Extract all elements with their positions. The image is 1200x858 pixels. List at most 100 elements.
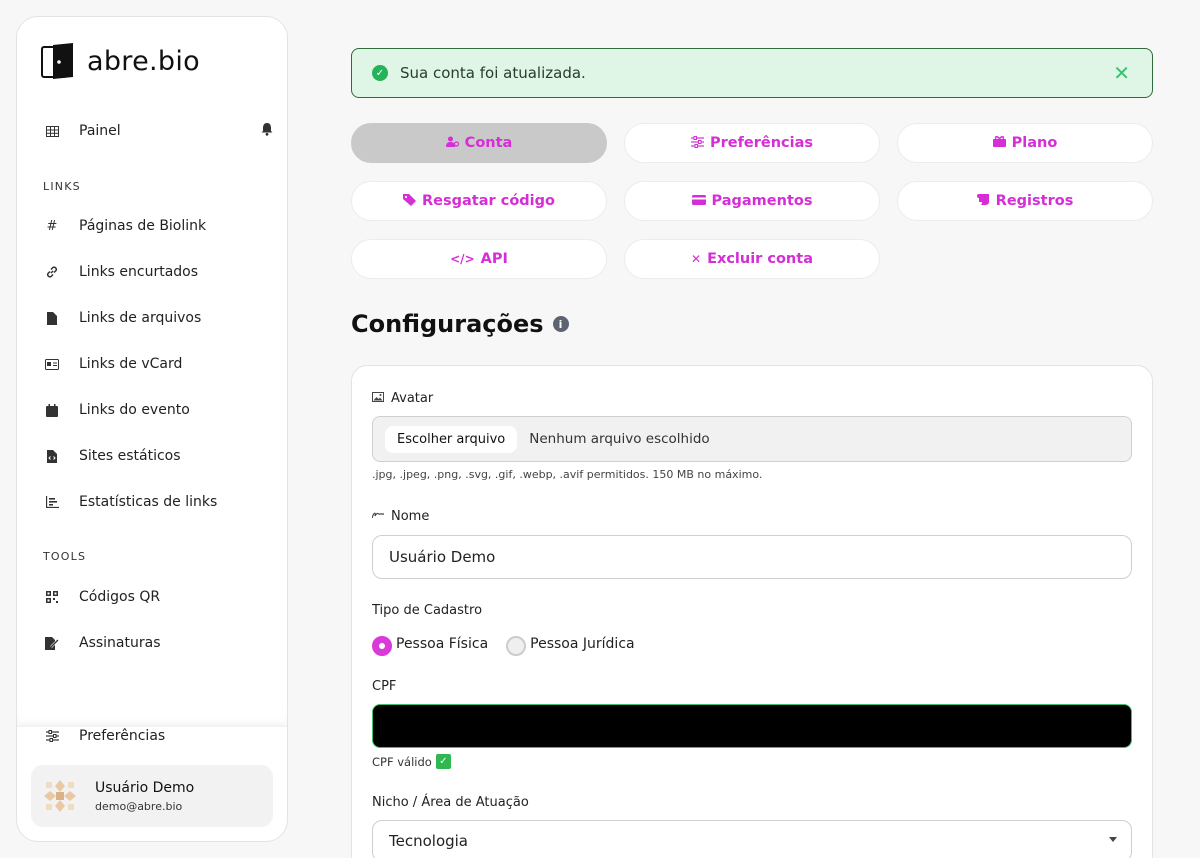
sidebar-item-label: Links do evento <box>79 402 190 418</box>
tab-label: API <box>480 251 508 267</box>
sidebar-item-qr-codes[interactable]: Códigos QR <box>43 582 273 612</box>
sidebar-item-label: Links encurtados <box>79 264 199 280</box>
tab-label: Resgatar código <box>422 193 555 209</box>
sidebar-item-link-stats[interactable]: Estatísticas de links <box>43 487 273 517</box>
alert-message: Sua conta foi atualizada. <box>400 64 586 82</box>
tab-label: Conta <box>464 135 513 151</box>
page-title-text: Configurações <box>351 310 544 338</box>
sidebar-item-label: Preferências <box>79 728 166 744</box>
tab-label: Preferências <box>709 135 814 151</box>
name-input[interactable]: Usuário Demo <box>372 535 1132 579</box>
cpf-validation: CPF válido ✓ <box>372 754 451 769</box>
user-email: demo@abre.bio <box>95 799 183 813</box>
settings-form-card: Avatar Escolher arquivo Nenhum arquivo e… <box>351 365 1153 858</box>
qrcode-icon <box>43 588 61 606</box>
sidebar-item-label: Estatísticas de links <box>79 494 218 510</box>
sidebar-item-label: Sites estáticos <box>79 448 181 464</box>
user-card[interactable]: Usuário Demo demo@abre.bio <box>31 765 273 827</box>
sidebar-item-dashboard[interactable]: Painel <box>43 116 273 146</box>
sidebar-item-label: Painel <box>79 123 121 139</box>
avatar-file-input[interactable]: Escolher arquivo Nenhum arquivo escolhid… <box>372 416 1132 462</box>
page-title: Configurações i <box>351 310 569 338</box>
notifications-bell-icon[interactable] <box>261 122 273 140</box>
close-icon[interactable]: ✕ <box>1113 61 1130 85</box>
tab-label: Excluir conta <box>707 251 813 267</box>
sidebar-item-label: Links de vCard <box>79 356 183 372</box>
chevron-down-icon <box>1109 837 1117 842</box>
tab-api[interactable]: </> API <box>351 239 607 279</box>
tab-plan[interactable]: Plano <box>897 123 1153 163</box>
niche-selected-value: Tecnologia <box>389 832 468 850</box>
name-label: Nome <box>371 509 430 524</box>
tab-label: Pagamentos <box>711 193 813 209</box>
sliders-icon <box>690 135 704 151</box>
cpf-label: CPF <box>372 679 397 694</box>
links-section-label: LINKS <box>43 180 81 193</box>
tab-label: Plano <box>1011 135 1058 151</box>
tab-logs[interactable]: Registros <box>897 181 1153 221</box>
sidebar-item-label: Códigos QR <box>79 589 161 605</box>
sidebar-item-static-sites[interactable]: Sites estáticos <box>43 441 273 471</box>
code-icon: </> <box>450 252 475 266</box>
sidebar-item-short-links[interactable]: Links encurtados <box>43 257 273 287</box>
credit-card-icon <box>691 194 706 208</box>
choose-file-button[interactable]: Escolher arquivo <box>385 425 518 453</box>
id-card-icon <box>43 355 61 373</box>
app-logo[interactable]: abre.bio <box>39 41 200 81</box>
cpf-input[interactable] <box>372 704 1132 748</box>
sidebar: abre.bio Painel LINKS # Páginas de Bioli… <box>16 16 288 842</box>
avatar-label: Avatar <box>372 391 433 406</box>
file-status: Nenhum arquivo escolhido <box>529 431 710 447</box>
tab-label: Registros <box>995 193 1074 209</box>
sidebar-item-label: Assinaturas <box>79 635 161 651</box>
logo-door-icon <box>41 43 73 79</box>
box-icon <box>992 136 1006 150</box>
logo-text: abre.bio <box>87 45 200 77</box>
radio-label-pessoa-juridica: Pessoa Jurídica <box>530 636 635 652</box>
sidebar-item-file-links[interactable]: Links de arquivos <box>43 303 273 333</box>
tab-payments[interactable]: Pagamentos <box>624 181 880 221</box>
cpf-valid-text: CPF válido <box>372 754 432 769</box>
radio-pessoa-fisica[interactable] <box>372 636 392 656</box>
sliders-icon <box>43 727 61 745</box>
scroll-icon <box>976 194 990 208</box>
file-hint: .jpg, .jpeg, .png, .svg, .gif, .webp, .a… <box>372 468 763 481</box>
tab-preferences[interactable]: Preferências <box>624 123 880 163</box>
avatar-label-text: Avatar <box>391 391 434 406</box>
tab-redeem-code[interactable]: Resgatar código <box>351 181 607 221</box>
sidebar-item-signatures[interactable]: Assinaturas <box>43 628 273 658</box>
user-name: Usuário Demo <box>95 779 195 796</box>
tags-icon <box>403 193 417 209</box>
tab-account[interactable]: Conta <box>351 123 607 163</box>
radio-pessoa-juridica[interactable] <box>506 636 527 656</box>
niche-select[interactable]: Tecnologia <box>372 820 1132 858</box>
name-label-text: Nome <box>391 509 430 524</box>
tools-section-label: TOOLS <box>43 550 87 563</box>
radio-label-pessoa-fisica: Pessoa Física <box>396 636 489 652</box>
sidebar-item-label: Links de arquivos <box>79 310 202 326</box>
times-icon: ✕ <box>691 252 702 266</box>
signature-icon <box>371 510 384 523</box>
calendar-icon <box>43 401 61 419</box>
tab-delete-account[interactable]: ✕ Excluir conta <box>624 239 880 279</box>
check-circle-icon: ✓ <box>372 65 388 81</box>
link-icon <box>43 263 61 281</box>
hash-icon: # <box>46 218 58 234</box>
avatar <box>41 777 79 815</box>
grid-icon <box>43 122 61 140</box>
registration-type-radios: Pessoa Física Pessoa Jurídica <box>372 632 635 656</box>
sidebar-item-preferences[interactable]: Preferências <box>43 721 273 751</box>
file-code-icon <box>43 447 61 465</box>
sidebar-item-label: Páginas de Biolink <box>79 218 207 234</box>
sidebar-item-vcard-links[interactable]: Links de vCard <box>43 349 273 379</box>
registration-type-label: Tipo de Cadastro <box>372 603 483 618</box>
user-cog-icon <box>445 136 459 150</box>
success-alert: ✓ Sua conta foi atualizada. ✕ <box>351 48 1153 98</box>
niche-label: Nicho / Área de Atuação <box>372 795 529 810</box>
chart-icon <box>43 493 61 511</box>
image-icon <box>372 392 384 405</box>
info-icon[interactable]: i <box>552 316 569 332</box>
sidebar-item-biolink-pages[interactable]: # Páginas de Biolink <box>43 211 273 241</box>
sidebar-item-event-links[interactable]: Links do evento <box>43 395 273 425</box>
file-icon <box>43 309 61 327</box>
